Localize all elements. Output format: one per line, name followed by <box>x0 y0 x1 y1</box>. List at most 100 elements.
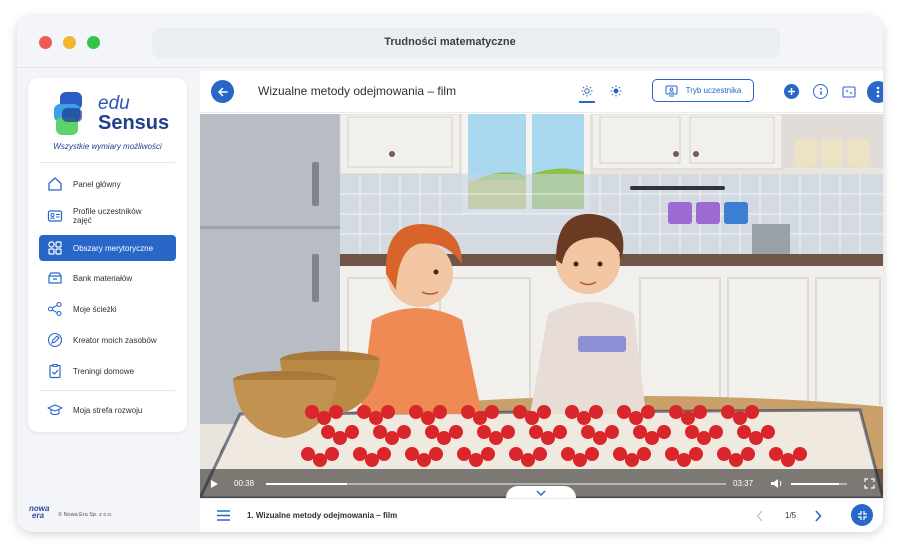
volume-icon[interactable] <box>770 478 782 489</box>
chevron-left-icon[interactable] <box>756 510 764 522</box>
participant-mode-button[interactable]: Tryb uczestnika <box>652 79 754 102</box>
apple <box>425 425 439 439</box>
sidebar-item-obszary-merytoryczne[interactable]: Obszary merytoryczne <box>39 235 176 261</box>
graduation-cap-icon <box>46 401 64 419</box>
apple <box>369 411 383 425</box>
apple <box>533 447 547 461</box>
id-card-icon <box>46 207 64 225</box>
sidebar-item-kreator[interactable]: Kreator moich zasobów <box>39 327 176 353</box>
contrast-theme-button[interactable] <box>608 83 624 99</box>
apple <box>665 447 679 461</box>
video-player[interactable]: 00:38 03:37 <box>200 114 883 498</box>
apple <box>301 447 315 461</box>
main-panel: Wizualne metody odejmowania – film Tryb … <box>200 71 883 532</box>
copyright-text: © Nowa Era Sp. z o.o. <box>58 512 113 518</box>
apple <box>473 411 487 425</box>
logo-line: era <box>32 511 45 520</box>
page-title: Wizualne metody odejmowania – film <box>258 84 457 98</box>
apple <box>749 431 763 445</box>
apple <box>305 405 319 419</box>
sidebar-item-profile[interactable]: Profile uczestników zajęć <box>39 202 176 230</box>
apple <box>529 425 543 439</box>
menu-icon[interactable] <box>217 510 230 521</box>
arrow-left-icon <box>217 87 228 96</box>
seek-bar[interactable] <box>266 483 726 485</box>
nowa-era-logo: nowa era <box>29 505 49 520</box>
apple <box>489 431 503 445</box>
apple <box>721 405 735 419</box>
apple <box>365 453 379 467</box>
apple <box>697 431 711 445</box>
page-indicator: 1/5 <box>785 511 797 520</box>
apple <box>561 447 575 461</box>
monitor-user-icon <box>665 85 678 96</box>
info-button[interactable] <box>813 84 828 99</box>
video-fullscreen-icon[interactable] <box>864 478 875 489</box>
sidebar-item-label: Moje ścieżki <box>73 304 117 314</box>
apple <box>321 425 335 439</box>
add-button[interactable] <box>784 84 799 99</box>
archive-icon <box>46 269 64 287</box>
sidebar-item-panel-glowny[interactable]: Panel główny <box>39 171 176 197</box>
sidebar-divider <box>40 390 175 391</box>
sun-outline-icon <box>581 85 593 97</box>
apple <box>729 453 743 467</box>
expand-icon <box>842 85 856 98</box>
sidebar-item-label: Profile uczestników zajęć <box>73 207 142 225</box>
sidebar-item-label: Panel główny <box>73 179 121 189</box>
apple <box>513 405 527 419</box>
exit-fullscreen-button[interactable] <box>851 504 873 526</box>
sidebar-item-moje-sciezki[interactable]: Moje ścieżki <box>39 296 176 322</box>
video-frame-illustration <box>200 114 883 498</box>
apple <box>593 431 607 445</box>
apple <box>481 447 495 461</box>
fullscreen-button[interactable] <box>841 84 857 99</box>
apple <box>385 431 399 445</box>
apple <box>373 425 387 439</box>
share-icon <box>46 300 64 318</box>
back-button[interactable] <box>211 80 234 103</box>
participant-mode-label: Tryb uczestnika <box>685 86 742 95</box>
apple <box>585 447 599 461</box>
more-options-button[interactable] <box>867 81 883 103</box>
apple <box>577 411 591 425</box>
edusensus-logo-icon <box>54 92 82 135</box>
vertical-dots-icon <box>876 86 880 98</box>
apple <box>409 405 423 419</box>
playlist-bar: 1. Wizualne metody odejmowania – film 1/… <box>200 498 883 532</box>
sidebar-item-label: Treningi domowe <box>73 366 135 376</box>
sidebar-item-bank-materialow[interactable]: Bank materiałów <box>39 265 176 291</box>
apple <box>669 405 683 419</box>
apple <box>333 431 347 445</box>
apple <box>677 453 691 467</box>
apple <box>313 453 327 467</box>
sidebar-item-moja-strefa-rozwoju[interactable]: Moja strefa rozwoju <box>39 397 176 423</box>
apple <box>381 405 395 419</box>
apple <box>693 405 707 419</box>
play-icon[interactable] <box>210 479 219 489</box>
collapse-tab[interactable] <box>506 486 576 498</box>
clipboard-icon <box>46 362 64 380</box>
apple <box>469 453 483 467</box>
volume-slider[interactable] <box>791 483 847 485</box>
apple <box>629 411 643 425</box>
apple <box>397 425 411 439</box>
light-theme-button[interactable] <box>579 83 595 99</box>
apple <box>581 425 595 439</box>
apple <box>317 411 331 425</box>
sidebar-item-label: Obszary merytoryczne <box>73 243 154 253</box>
apple <box>421 411 435 425</box>
chevron-right-icon[interactable] <box>814 510 822 522</box>
apple <box>717 447 731 461</box>
edit-icon <box>46 331 64 349</box>
apple <box>793 447 807 461</box>
chevron-down-icon <box>536 490 546 497</box>
apple <box>681 411 695 425</box>
playlist-title: 1. Wizualne metody odejmowania – film <box>247 511 398 520</box>
sidebar-item-treningi-domowe[interactable]: Treningi domowe <box>39 358 176 384</box>
apple <box>457 447 471 461</box>
apple <box>745 405 759 419</box>
duration-time: 03:37 <box>733 479 754 488</box>
apple <box>477 425 491 439</box>
apple <box>449 425 463 439</box>
